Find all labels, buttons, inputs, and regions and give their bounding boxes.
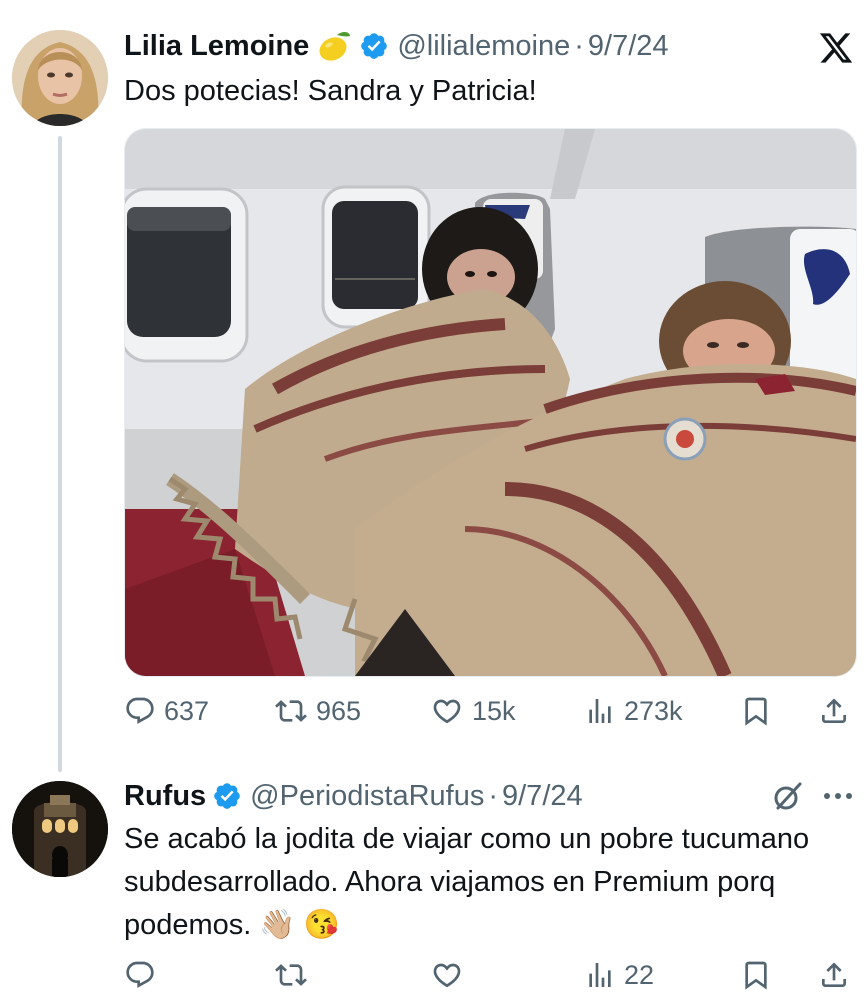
reply-author-name[interactable]: Rufus [124,780,206,813]
views-count: 22 [624,959,655,990]
share-icon [818,959,850,991]
tweet-actions: 637 965 15k 273k [124,691,860,731]
reply-date[interactable]: 9/7/24 [502,780,583,813]
reply-header: Rufus @PeriodistaRufus · 9/7/24 [124,778,583,814]
repost-button[interactable]: 965 [274,691,361,731]
tweet-text: Dos potecias! Sandra y Patricia! [124,75,537,107]
views-icon [584,695,616,727]
tweet-date[interactable]: 9/7/24 [588,30,669,63]
avatar-rufus[interactable] [12,781,108,877]
separator-dot: · [488,779,498,812]
share-button[interactable] [818,955,850,995]
reply-actions: 22 [124,955,860,995]
author-handle[interactable]: @lilialemoine [397,30,570,63]
reply-icon [124,959,156,991]
tweet-header: Lilia Lemoine @lilialemoine · 9/7/24 [124,28,669,64]
heart-icon [430,695,464,727]
repost-icon [274,959,308,991]
reply-author-handle[interactable]: @PeriodistaRufus [250,780,484,813]
author-name[interactable]: Lilia Lemoine [124,30,309,63]
like-count: 15k [472,695,516,726]
verified-badge-icon [212,781,242,811]
grok-icon[interactable] [770,780,804,814]
verified-badge-icon [359,31,389,61]
reply-button[interactable] [124,955,156,995]
bookmark-button[interactable] [740,691,772,731]
repost-icon [274,695,308,727]
x-logo[interactable] [818,30,854,66]
views-count: 273k [624,695,683,726]
thread-line [58,136,62,772]
reply-button[interactable]: 637 [124,691,209,731]
bookmark-icon [740,695,772,727]
like-button[interactable]: 15k [430,691,516,731]
bookmark-icon [740,959,772,991]
reply-text: Se acabó la jodita de viajar como un pob… [124,823,810,941]
tweet-photo[interactable] [124,128,857,677]
more-icon[interactable] [820,781,856,811]
repost-button[interactable] [274,955,308,995]
reply-count: 637 [164,695,210,726]
like-button[interactable] [430,955,464,995]
avatar-lilia-lemoine[interactable] [12,30,108,126]
reply-icon [124,695,156,727]
views-button[interactable]: 273k [584,691,683,731]
share-button[interactable] [818,691,850,731]
views-icon [584,959,616,991]
separator-dot: · [574,29,584,62]
repost-count: 965 [316,695,362,726]
lemon-icon [317,30,353,62]
bookmark-button[interactable] [740,955,772,995]
share-icon [818,695,850,727]
views-button[interactable]: 22 [584,955,654,995]
heart-icon [430,959,464,991]
